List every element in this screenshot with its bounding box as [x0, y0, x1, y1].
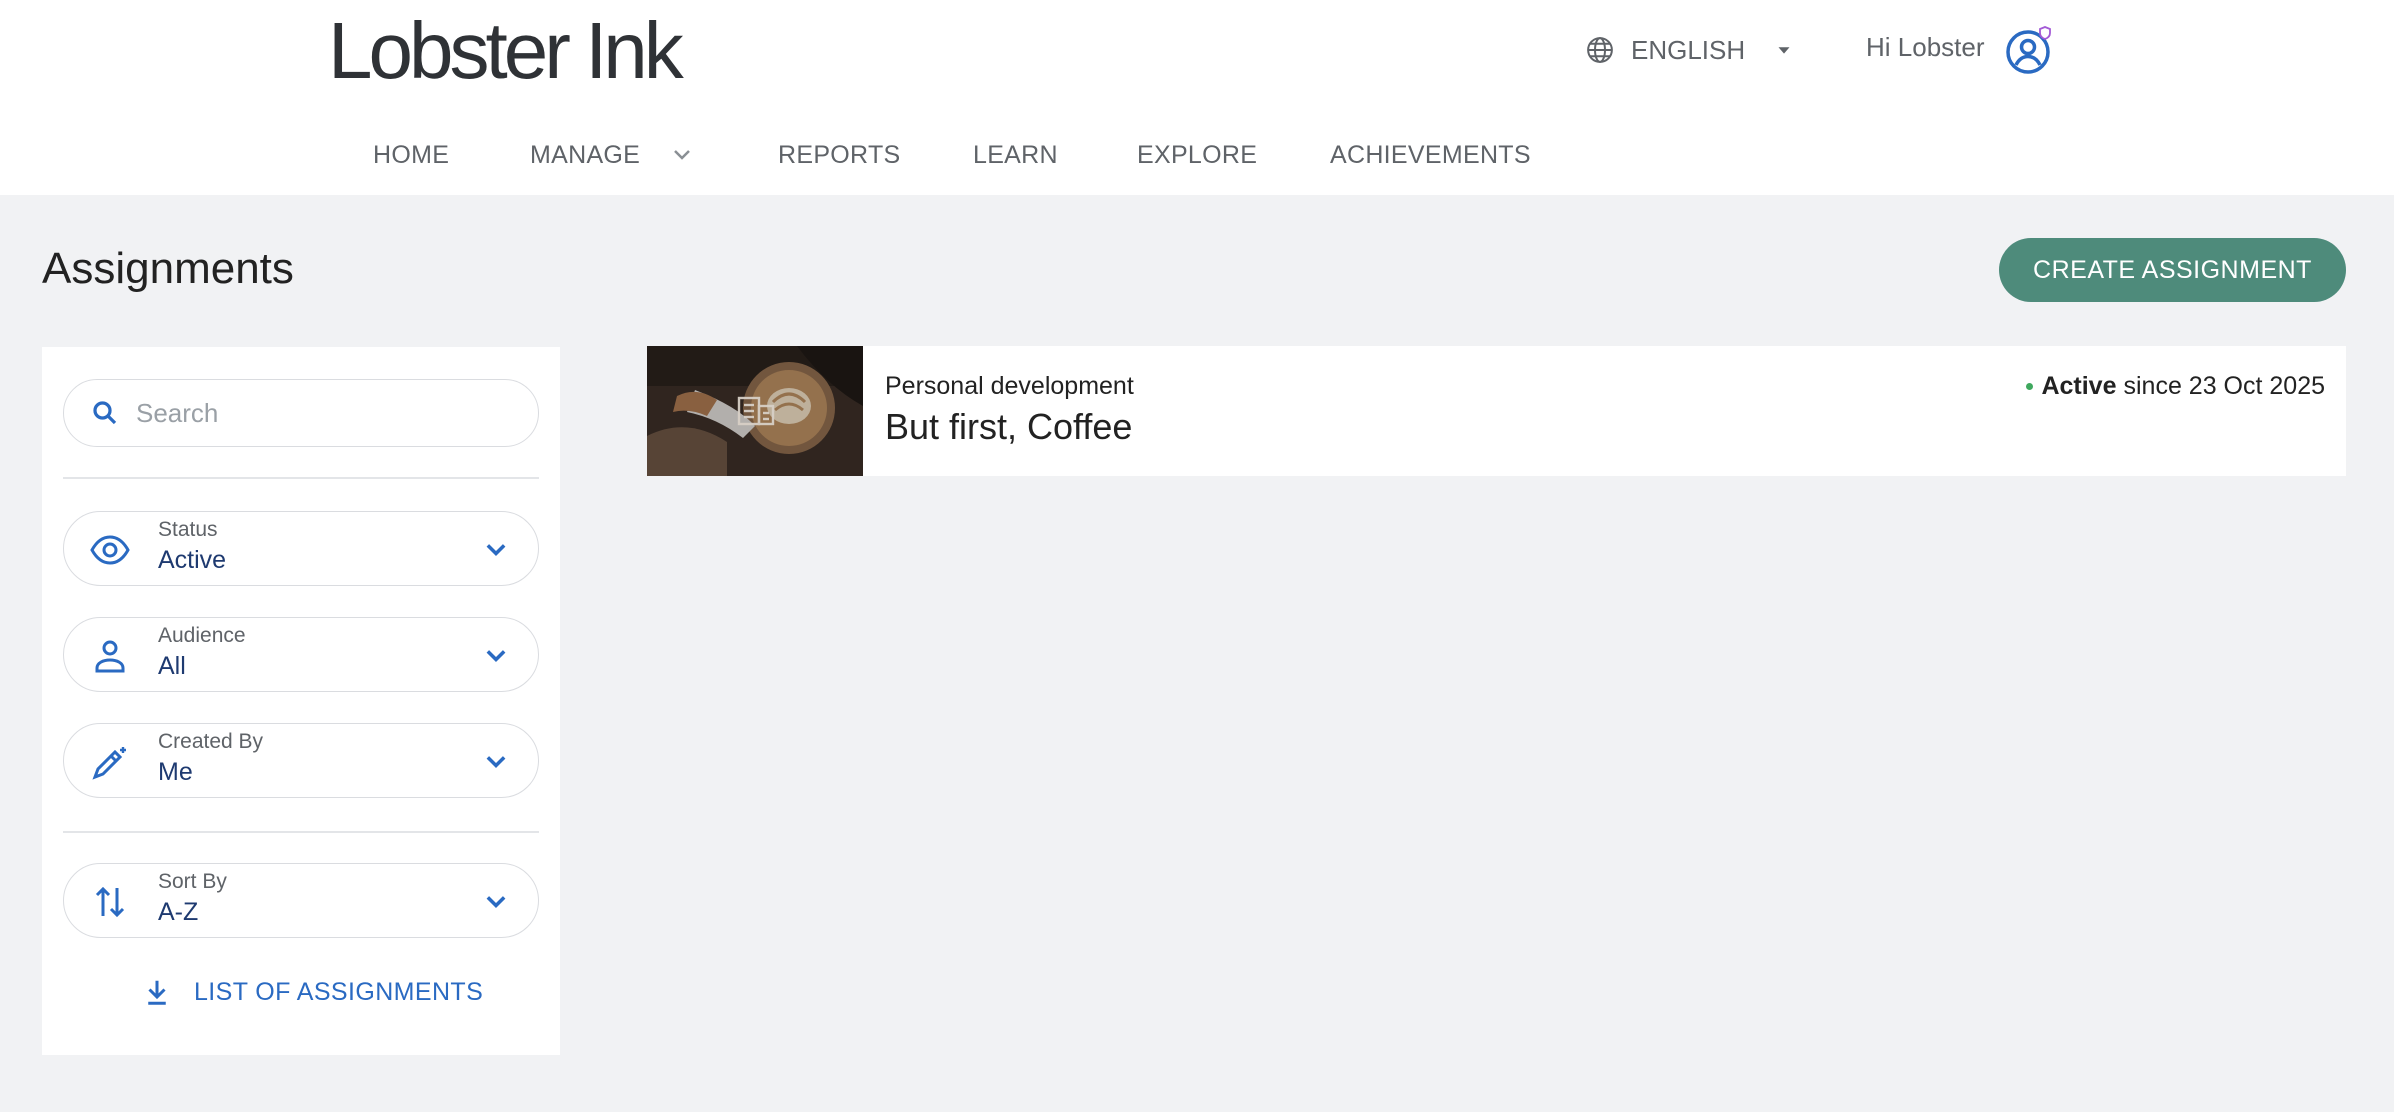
- chevron-down-icon: [674, 150, 691, 160]
- lobster-ink-logo[interactable]: Lobster Ink: [328, 6, 684, 96]
- create-assignment-button[interactable]: CREATE ASSIGNMENT: [1999, 238, 2346, 302]
- caret-down-icon: [1778, 47, 1790, 54]
- created-by-filter[interactable]: Created By Me: [63, 723, 539, 798]
- eye-icon: [90, 535, 130, 565]
- nav-manage-label: MANAGE: [530, 140, 641, 169]
- divider: [63, 831, 539, 833]
- divider: [63, 477, 539, 479]
- chevron-down-icon: [486, 756, 506, 768]
- pencil-sparkle-icon: [92, 747, 126, 780]
- user-greeting: Hi Lobster: [1866, 32, 1985, 62]
- status-since: since 23 Oct 2025: [2123, 372, 2325, 400]
- download-list-button[interactable]: LIST OF ASSIGNMENTS: [142, 977, 483, 1007]
- assignment-status: Active since 23 Oct 2025: [2026, 372, 2325, 401]
- audience-filter-label: Audience: [158, 624, 246, 647]
- search-box[interactable]: [63, 379, 539, 447]
- page-title: Assignments: [42, 244, 294, 293]
- sort-by-filter-label: Sort By: [158, 870, 227, 893]
- audience-filter[interactable]: Audience All: [63, 617, 539, 692]
- language-selector[interactable]: ENGLISH: [1585, 28, 1795, 72]
- person-icon: [95, 640, 125, 673]
- nav-achievements[interactable]: ACHIEVEMENTS: [1330, 141, 1531, 170]
- sort-by-filter[interactable]: Sort By A-Z: [63, 863, 539, 938]
- top-header: Lobster Ink ENGLISH Hi Lobster HOME MANA…: [0, 0, 2394, 195]
- nav-explore[interactable]: EXPLORE: [1137, 141, 1330, 170]
- chevron-down-icon: [486, 896, 506, 908]
- status-filter-value: Active: [158, 546, 227, 574]
- user-avatar-icon[interactable]: [2004, 24, 2056, 76]
- sort-by-filter-value: A-Z: [158, 898, 199, 926]
- created-by-filter-label: Created By: [158, 730, 264, 753]
- status-label: Active: [2041, 372, 2117, 400]
- assignment-card[interactable]: Personal development But first, Coffee A…: [647, 346, 2346, 476]
- audience-filter-value: All: [158, 652, 186, 680]
- download-icon: [148, 980, 166, 1005]
- swap-vertical-icon: [95, 886, 125, 918]
- nav-manage[interactable]: MANAGE: [530, 141, 778, 170]
- nav-reports[interactable]: REPORTS: [778, 141, 973, 170]
- search-icon: [93, 401, 117, 425]
- language-label: ENGLISH: [1631, 34, 1746, 65]
- status-dot-icon: [2026, 383, 2034, 390]
- globe-icon: [1587, 37, 1613, 63]
- created-by-filter-value: Me: [158, 758, 193, 786]
- chevron-down-icon: [486, 650, 506, 662]
- chevron-down-icon: [486, 544, 506, 556]
- download-list-label: LIST OF ASSIGNMENTS: [194, 977, 484, 1006]
- coffee-thumbnail-image: [647, 346, 863, 476]
- status-filter-label: Status: [158, 518, 218, 541]
- search-input[interactable]: [136, 397, 516, 429]
- nav-home[interactable]: HOME: [373, 141, 530, 170]
- status-filter[interactable]: Status Active: [63, 511, 539, 586]
- nav-learn[interactable]: LEARN: [973, 141, 1137, 170]
- main-navigation: HOME MANAGE REPORTS LEARN EXPLORE ACHIEV…: [373, 138, 1531, 172]
- assignment-category: Personal development: [885, 372, 1134, 400]
- assignment-title[interactable]: But first, Coffee: [885, 406, 1132, 448]
- filter-sidebar: Status Active Audience All Created By Me…: [42, 347, 560, 1055]
